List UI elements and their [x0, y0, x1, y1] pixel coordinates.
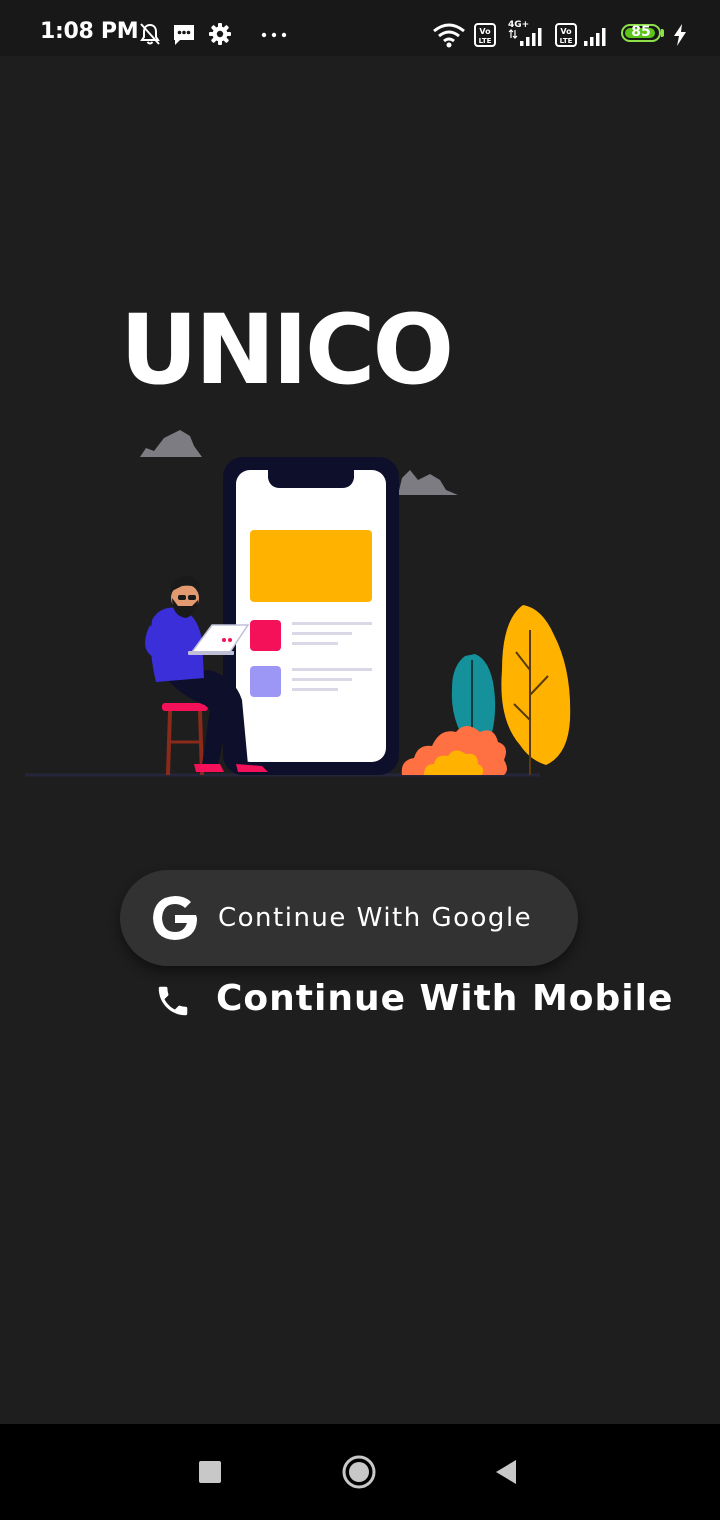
continue-with-google-button[interactable]: Continue With Google [120, 870, 578, 966]
svg-text:LTE: LTE [560, 37, 573, 45]
screen-card-yellow [250, 530, 372, 602]
home-circle-icon[interactable] [342, 1455, 376, 1489]
app-logo: UNICO [120, 294, 454, 406]
continue-with-mobile-label: Continue With Mobile [216, 978, 674, 1019]
illustration-person-with-phone [25, 430, 571, 777]
plants [401, 605, 571, 775]
cloud-left [140, 430, 202, 457]
phone-icon [158, 986, 188, 1016]
screen-item-purple [250, 666, 281, 697]
status-bar: 1:08 PM Vo LTE 4G+ Vo LTE 85 [0, 0, 720, 56]
message-icon [174, 25, 194, 45]
login-screen: 1:08 PM Vo LTE 4G+ Vo LTE 85 UNICO Conti… [0, 0, 720, 1520]
volte-icon: Vo LTE [474, 23, 496, 47]
cellular-signal-icon [584, 28, 606, 46]
svg-text:LTE: LTE [479, 37, 492, 45]
continue-with-mobile-button[interactable]: Continue With Mobile [150, 972, 690, 1030]
cellular-signal-icon [508, 28, 542, 46]
svg-text:Vo: Vo [479, 27, 491, 36]
more-dots-icon [261, 32, 287, 38]
volte-icon: Vo LTE [555, 23, 577, 47]
settings-gear-icon [209, 23, 231, 45]
svg-text:Vo: Vo [560, 27, 572, 36]
google-icon [153, 896, 197, 940]
back-triangle-icon[interactable] [494, 1458, 518, 1486]
battery-level-text: 85 [631, 24, 651, 40]
battery-icon: 85 [621, 24, 661, 42]
charging-bolt-icon [674, 24, 686, 46]
cloud-right [398, 470, 458, 495]
continue-with-google-label: Continue With Google [218, 903, 533, 933]
phone-notch [268, 468, 354, 488]
wifi-icon [433, 23, 465, 48]
muted-bell-icon [140, 23, 160, 45]
battery-cap [661, 29, 664, 37]
screen-item-pink [250, 620, 281, 651]
big-phone-screen [236, 470, 386, 762]
status-time: 1:08 PM [40, 19, 139, 44]
system-navigation-bar [0, 1424, 720, 1520]
recents-square-icon[interactable] [199, 1461, 221, 1483]
